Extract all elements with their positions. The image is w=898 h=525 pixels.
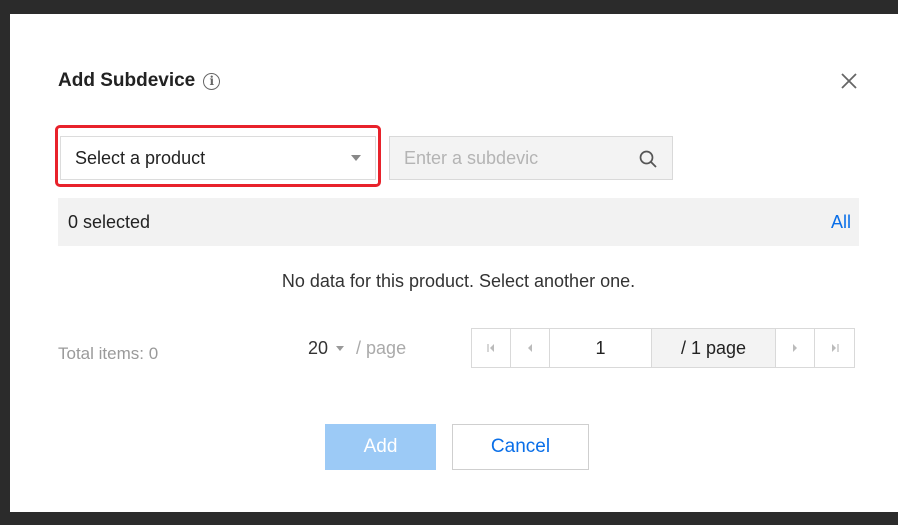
close-icon[interactable] <box>838 70 860 92</box>
next-page-icon <box>793 344 797 352</box>
add-button[interactable]: Add <box>325 424 436 470</box>
pagination-controls: / 1 page <box>471 328 855 368</box>
page-size-value: 20 <box>308 338 329 358</box>
page-size-unit: / page <box>356 338 407 358</box>
selection-bar: 0 selected All <box>58 198 859 246</box>
page-size-select[interactable]: 20 / page <box>308 338 406 359</box>
search-icon[interactable] <box>638 149 658 169</box>
product-select-value: Select a product <box>75 147 206 168</box>
last-page-icon <box>831 344 839 352</box>
chevron-down-icon <box>351 155 361 161</box>
total-items: Total items: 0 <box>58 344 159 363</box>
prev-page-icon <box>528 344 532 352</box>
last-page-button[interactable] <box>815 329 854 367</box>
selected-count: 0 selected <box>68 211 151 232</box>
add-subdevice-dialog: Add Subdevice i Select a product 0 selec… <box>10 14 898 512</box>
empty-state-message: No data for this product. Select another… <box>281 271 636 291</box>
cancel-button[interactable]: Cancel <box>452 424 589 470</box>
first-page-button[interactable] <box>472 329 511 367</box>
dialog-title: Add Subdevice i <box>58 70 221 92</box>
next-page-button[interactable] <box>776 329 815 367</box>
page-number-input[interactable] <box>550 329 652 367</box>
total-pages: / 1 page <box>652 329 776 367</box>
first-page-icon <box>487 344 494 352</box>
subdevice-search-input[interactable] <box>390 147 634 169</box>
product-select[interactable]: Select a product <box>60 136 376 180</box>
prev-page-button[interactable] <box>511 329 550 367</box>
info-icon[interactable]: i <box>203 72 221 90</box>
chevron-down-icon <box>336 346 345 351</box>
select-all-link[interactable]: All <box>831 212 851 233</box>
subdevice-search <box>389 136 673 180</box>
dialog-title-text: Add Subdevice <box>58 70 196 91</box>
